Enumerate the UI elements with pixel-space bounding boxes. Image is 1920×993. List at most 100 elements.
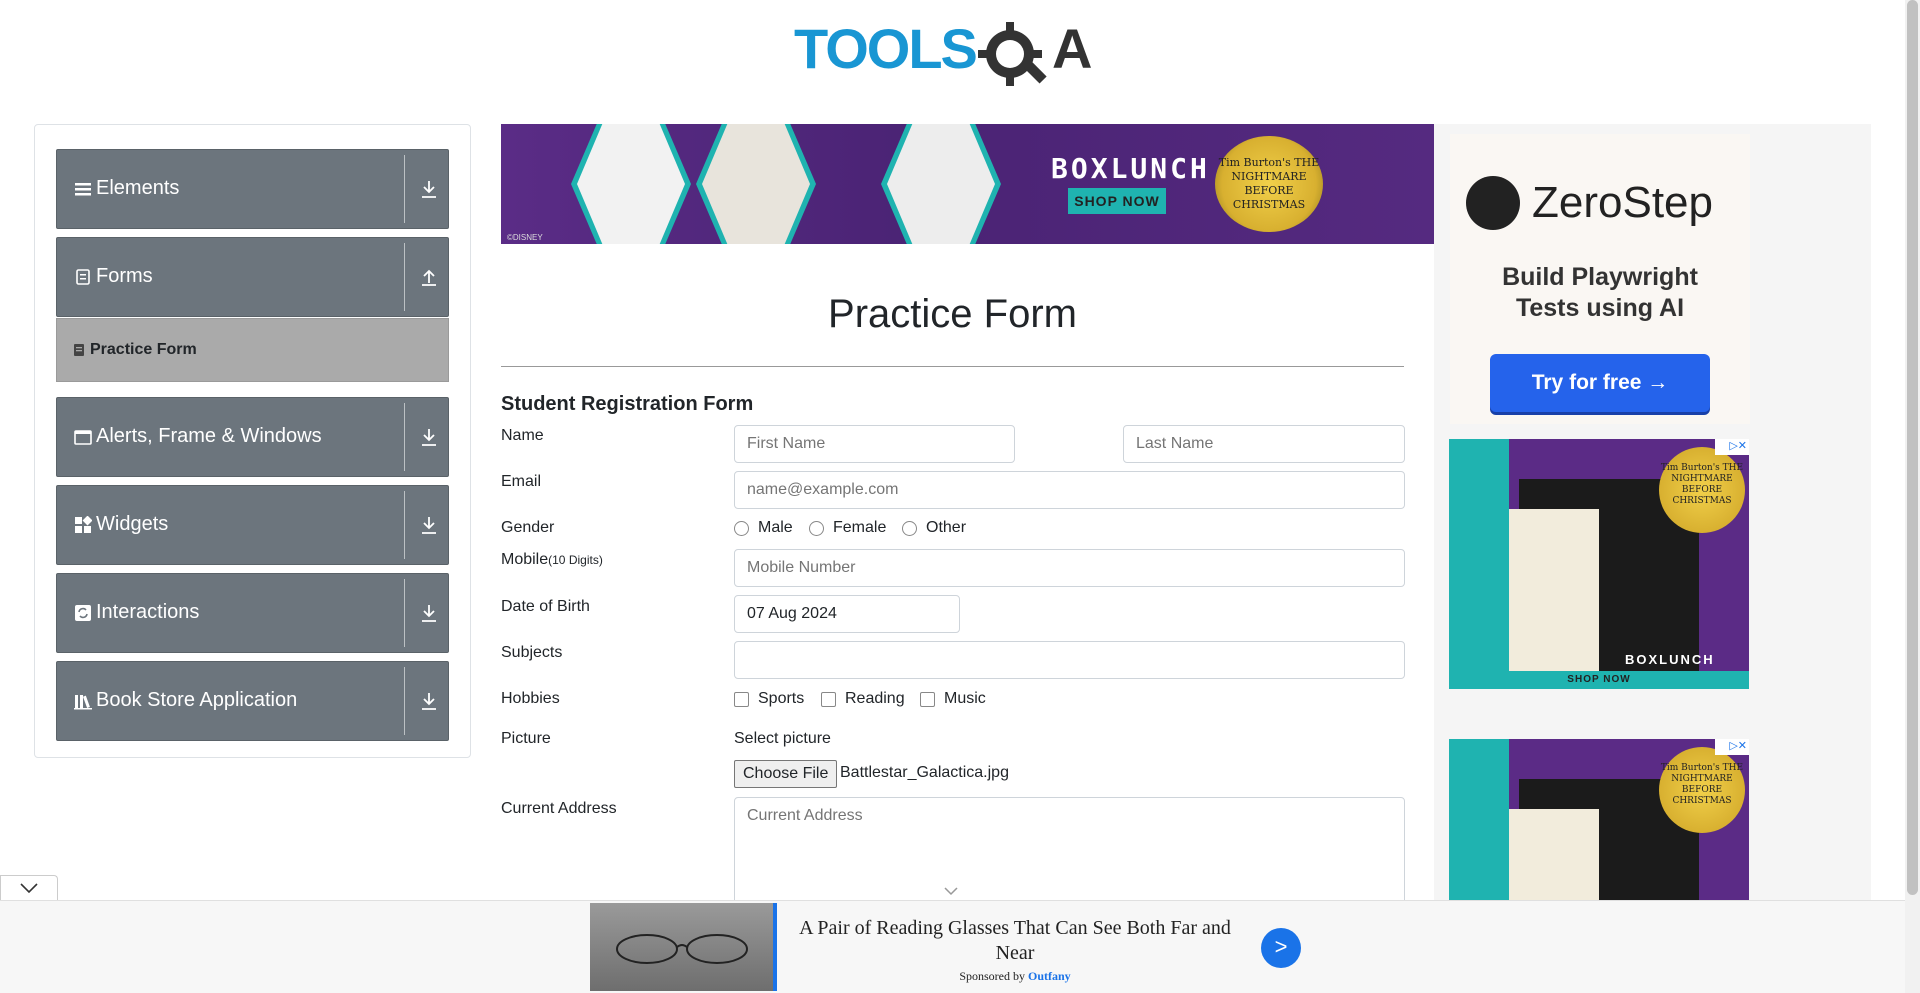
checkbox-label: Music (944, 690, 986, 707)
checkbox-label: Reading (845, 690, 905, 707)
scrollbar[interactable] (1905, 0, 1920, 993)
ad-product-image (1509, 809, 1599, 904)
email-input[interactable] (734, 471, 1405, 509)
sidebar-group-elements[interactable]: Elements (56, 149, 449, 229)
radio-label: Female (833, 519, 887, 536)
ad-seal: Tim Burton's THE NIGHTMARE BEFORE CHRIST… (1659, 447, 1745, 533)
expand-arrow-icon[interactable] (420, 426, 438, 448)
collapse-arrow-icon[interactable] (420, 266, 438, 288)
radio-circle[interactable] (809, 520, 824, 536)
sidebar-group-widgets[interactable]: Widgets (56, 485, 449, 565)
ad-collapse-toggle[interactable] (0, 875, 58, 900)
chevron-down-icon (20, 883, 38, 894)
ad-shop-now[interactable]: SHOP NOW (1449, 671, 1749, 689)
email-label: Email (501, 473, 542, 490)
chevron-down-icon (944, 887, 958, 896)
sponsor-link[interactable]: Outfany (1028, 969, 1071, 983)
banner-ad[interactable]: BOXLUNCH SHOP NOW Tim Burton's THE NIGHT… (501, 124, 1434, 244)
subjects-input[interactable] (734, 641, 1405, 679)
refresh-icon (75, 605, 91, 621)
page-title: Practice Form (828, 292, 1077, 336)
mobile-input[interactable] (734, 549, 1405, 587)
page: TOOLS A Elements Forms Practice Form Ale… (0, 0, 1920, 993)
choose-file-button[interactable]: Choose File (734, 760, 838, 788)
hobby-sports-checkbox[interactable]: Sports (734, 690, 804, 708)
scrollbar-thumb[interactable] (1907, 0, 1918, 895)
checkbox-label: Sports (758, 690, 805, 707)
dob-label: Date of Birth (501, 598, 590, 615)
grid-icon (75, 516, 92, 533)
bottom-ad-sponsor: Sponsored by Outfany (790, 969, 1240, 984)
sidebar-group-label: Book Store Application (96, 689, 298, 711)
sidebar-group-book-store[interactable]: Book Store Application (56, 661, 449, 741)
first-name-input[interactable] (734, 425, 1015, 463)
sidebar-item-label: Practice Form (90, 341, 197, 358)
divider (404, 155, 405, 223)
gender-other-radio[interactable]: Other (902, 519, 966, 537)
gender-label: Gender (501, 519, 555, 536)
gender-female-radio[interactable]: Female (809, 519, 886, 537)
hobby-music-checkbox[interactable]: Music (920, 690, 986, 708)
current-address-input[interactable] (734, 797, 1405, 907)
sidebar-item-practice-form[interactable]: Practice Form (56, 318, 449, 382)
zerostep-ad[interactable]: ZeroStep Build Playwright Tests using AI… (1450, 134, 1750, 424)
menu-icon (75, 183, 91, 196)
radio-circle[interactable] (734, 520, 749, 536)
ad-close-icon[interactable]: ▷✕ (1715, 739, 1749, 755)
hobby-reading-checkbox[interactable]: Reading (821, 690, 905, 708)
document-icon (76, 269, 90, 285)
sidebar-group-interactions[interactable]: Interactions (56, 573, 449, 653)
try-for-free-button[interactable]: Try for free → (1490, 354, 1710, 412)
boxlunch-ad[interactable]: Tim Burton's THE NIGHTMARE BEFORE CHRIST… (1449, 739, 1749, 904)
selected-file-name: Battlestar_Galactica.jpg (840, 764, 1009, 781)
reading-glasses-image[interactable] (590, 903, 773, 991)
logo-text: TOOLS (794, 17, 977, 80)
sidebar-group-label: Elements (96, 177, 180, 199)
last-name-input[interactable] (1123, 425, 1405, 463)
zerostep-name: ZeroStep (1532, 178, 1713, 227)
ad-shop-now[interactable]: SHOP NOW (1068, 188, 1166, 214)
boxlunch-ad[interactable]: Tim Burton's THE NIGHTMARE BEFORE CHRIST… (1449, 439, 1749, 689)
expand-arrow-icon[interactable] (420, 602, 438, 624)
divider (404, 579, 405, 647)
checkbox[interactable] (734, 691, 749, 707)
sidebar-group-alerts[interactable]: Alerts, Frame & Windows (56, 397, 449, 477)
date-of-birth-input[interactable]: 07 Aug 2024 (734, 595, 960, 633)
divider (404, 403, 405, 471)
form-subtitle: Student Registration Form (501, 393, 754, 415)
radio-circle[interactable] (902, 520, 917, 536)
mobile-label-text: Mobile (501, 551, 549, 568)
address-label: Current Address (501, 800, 617, 817)
ad-decor (1449, 439, 1509, 689)
document-small-icon (74, 344, 84, 356)
divider (404, 491, 405, 559)
checkbox[interactable] (821, 691, 836, 707)
zerostep-tagline: Build Playwright Tests using AI (1502, 263, 1698, 322)
library-icon (74, 695, 92, 710)
sidebar-group-forms[interactable]: Forms (56, 237, 449, 317)
ad-product-image (696, 124, 816, 244)
ad-product-image (1509, 509, 1599, 679)
checkbox[interactable] (920, 691, 935, 707)
ad-product-image (571, 124, 691, 244)
sidebar-group-label: Widgets (96, 513, 169, 535)
mobile-hint: (10 Digits) (548, 553, 603, 567)
gender-male-radio[interactable]: Male (734, 519, 793, 537)
ad-brand: BOXLUNCH (1051, 152, 1210, 185)
mobile-label: Mobile(10 Digits) (501, 551, 603, 569)
picture-label: Picture (501, 730, 551, 747)
divider (501, 366, 1404, 367)
ad-close-icon[interactable]: ▷✕ (1715, 439, 1749, 455)
subjects-label: Subjects (501, 644, 563, 661)
expand-arrow-icon[interactable] (420, 178, 438, 200)
ad-seal: Tim Burton's THE NIGHTMARE BEFORE CHRIST… (1659, 747, 1745, 833)
ad-footer: ©DISNEY (507, 233, 543, 242)
bottom-ad-headline[interactable]: A Pair of Reading Glasses That Can See B… (790, 916, 1240, 966)
sidebar-group-label: Forms (96, 265, 153, 287)
hobbies-label: Hobbies (501, 690, 560, 707)
expand-arrow-icon[interactable] (420, 690, 438, 712)
toolsqa-logo[interactable]: TOOLS A (792, 14, 1117, 92)
bottom-ad-go-button[interactable]: > (1261, 928, 1301, 968)
svg-text:A: A (1052, 17, 1092, 80)
expand-arrow-icon[interactable] (420, 514, 438, 536)
